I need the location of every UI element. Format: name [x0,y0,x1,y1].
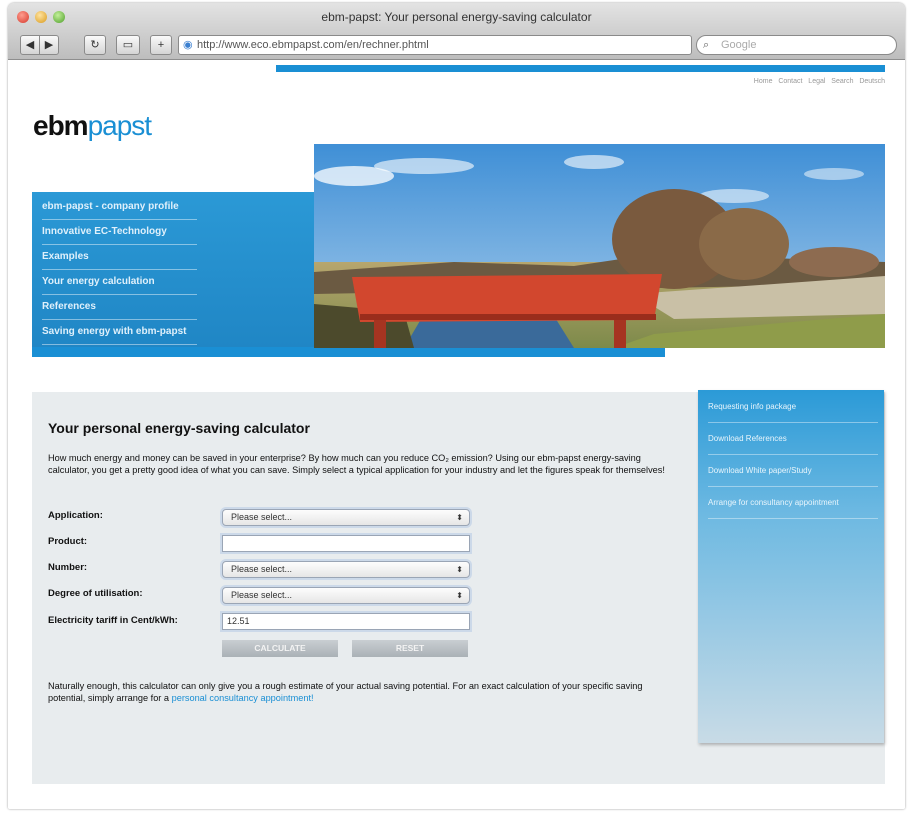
calculate-button[interactable]: CALCULATE [222,640,338,657]
magnifier-icon: ⌕ [703,39,710,51]
product-label: Product: [48,536,88,547]
back-button[interactable]: ◀ [20,35,40,55]
ebmpapst-logo[interactable]: ebmpapst [33,110,152,142]
address-bar[interactable]: ◉ http://www.eco.ebmpapst.com/en/rechner… [178,35,692,55]
application-label: Application: [48,510,103,521]
nav-item-energy-calculation[interactable]: Your energy calculation [42,270,197,295]
number-label: Number: [48,562,88,573]
consultancy-appointment-link[interactable]: personal consultancy appointment! [172,693,314,703]
reload-button[interactable]: ↻ [84,35,106,55]
meta-link-language[interactable]: Deutsch [859,78,885,85]
meta-links: Home Contact Legal Search Deutsch [608,78,885,85]
application-select[interactable]: Please select... ⬍ [222,509,470,526]
reset-button[interactable]: RESET [352,640,468,657]
nav-item-examples[interactable]: Examples [42,245,197,270]
side-panel: Requesting info package Download Referen… [698,390,884,743]
meta-link-contact[interactable]: Contact [778,78,802,85]
nav-item-ec-technology[interactable]: Innovative EC-Technology [42,220,197,245]
utilisation-select[interactable]: Please select... ⬍ [222,587,470,604]
side-link-download-references[interactable]: Download References [708,424,878,455]
page-title: Your personal energy-saving calculator [48,420,310,436]
add-bookmark-button[interactable]: + [150,35,172,55]
nav-item-company-profile[interactable]: ebm-papst - company profile [42,195,197,220]
tariff-label: Electricity tariff in Cent/kWh: [48,615,178,626]
header-accent-bar [276,65,885,72]
hero-image-covered-bridge [314,144,885,348]
window-title: ebm-papst: Your personal energy-saving c… [321,10,592,24]
meta-link-legal[interactable]: Legal [808,78,825,85]
main-navigation: ebm-papst - company profile Innovative E… [32,192,318,357]
globe-icon: ◉ [183,39,193,51]
side-link-info-package[interactable]: Requesting info package [708,392,878,423]
browser-window: ebm-papst: Your personal energy-saving c… [8,3,905,809]
meta-link-home[interactable]: Home [754,78,773,85]
nav-item-saving-energy[interactable]: Saving energy with ebm-papst [42,320,197,345]
meta-link-search[interactable]: Search [831,78,853,85]
tariff-field[interactable]: 12.51 [222,613,470,630]
nav-accent-bar [32,347,665,357]
browser-toolbar: ebm-papst: Your personal energy-saving c… [8,3,905,60]
select-arrows-icon: ⬍ [456,513,463,522]
utilisation-label: Degree of utilisation: [48,588,143,599]
side-link-download-white-paper[interactable]: Download White paper/Study [708,456,878,487]
search-placeholder: Google [721,39,757,51]
url-text: http://www.eco.ebmpapst.com/en/rechner.p… [197,39,429,51]
intro-text: How much energy and money can be saved i… [48,453,665,475]
select-arrows-icon: ⬍ [456,591,463,600]
search-field[interactable]: ⌕ Google [696,35,897,55]
nav-item-references[interactable]: References [42,295,197,320]
footnote-text: Naturally enough, this calculator can on… [48,681,643,703]
side-link-consultancy-appointment[interactable]: Arrange for consultancy appointment [708,488,878,519]
number-select[interactable]: Please select... ⬍ [222,561,470,578]
view-button[interactable]: ▭ [116,35,140,55]
product-field[interactable] [222,535,470,552]
forward-button[interactable]: ▶ [39,35,59,55]
select-arrows-icon: ⬍ [456,565,463,574]
web-page: Home Contact Legal Search Deutsch ebmpap… [8,60,905,809]
